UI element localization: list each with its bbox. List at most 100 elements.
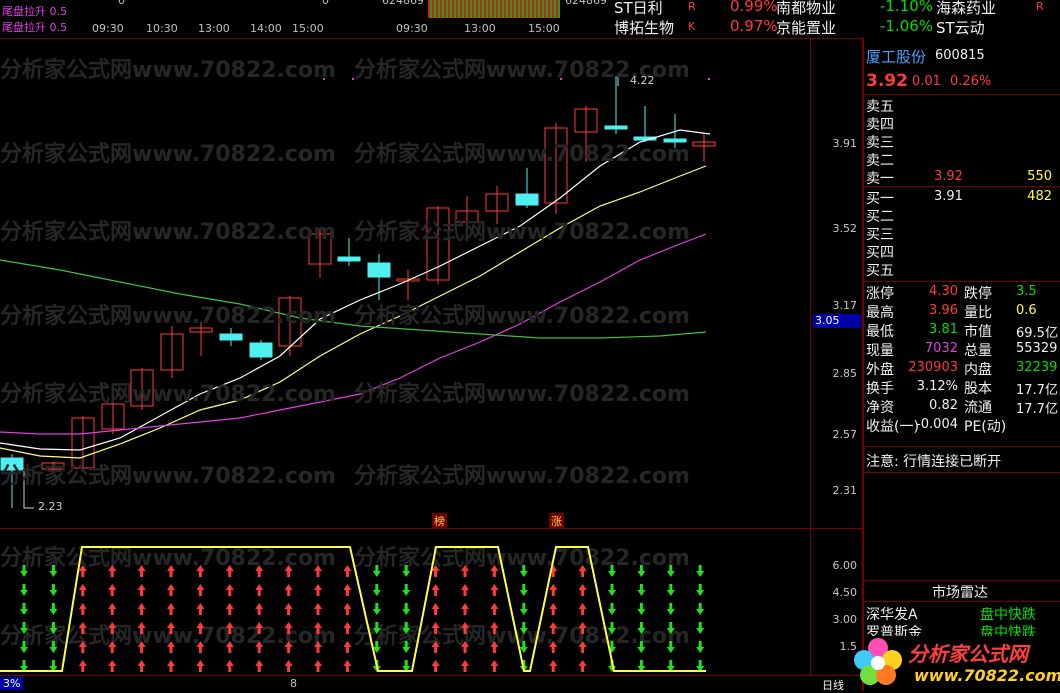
bottom-scroll-marker[interactable]: 8 — [290, 677, 297, 690]
indicator-label-2[interactable]: 尾盘拉升 0.5 — [2, 19, 67, 35]
up-arrow-icon — [549, 603, 558, 615]
down-arrow-icon — [608, 603, 616, 615]
ranking-item[interactable]: ST日利 R 0.99% — [614, 0, 778, 17]
mini-zero-2: 0 — [322, 0, 329, 7]
event-marker[interactable]: 涨 — [549, 513, 564, 529]
up-arrow-icon — [343, 660, 352, 672]
up-arrow-icon — [343, 565, 352, 577]
up-arrow-icon — [490, 622, 499, 634]
down-arrow-icon — [637, 565, 646, 577]
ranking-name: 海森药业 — [936, 0, 997, 17]
order-level-label: 卖五 — [866, 99, 894, 115]
watermark: 分析家公式网www.70822.com — [0, 142, 336, 167]
up-arrow-icon — [578, 565, 587, 577]
up-arrow-icon — [578, 603, 587, 615]
order-level-label: 卖二 — [866, 153, 894, 169]
down-arrow-icon — [519, 641, 528, 653]
event-marker[interactable]: 榜 — [432, 513, 447, 529]
order-book-row[interactable]: 卖三 — [866, 132, 1056, 151]
down-arrow-icon — [666, 603, 675, 615]
up-arrow-icon — [167, 584, 175, 596]
down-arrow-icon — [20, 641, 28, 653]
stat-value: 4.30 — [929, 284, 958, 299]
order-book-row[interactable]: 买二 — [866, 206, 1056, 225]
price-change-pct: 0.26% — [950, 74, 992, 89]
stat-value: 0.6 — [1016, 303, 1037, 318]
ranking-item[interactable]: ST云动 — [936, 17, 1060, 37]
up-arrow-icon — [490, 603, 499, 615]
radar-title[interactable]: 市场雷达 — [932, 582, 988, 602]
indicator-tick: 6.00 — [832, 559, 858, 572]
stat-value: 32239 — [1016, 360, 1058, 375]
down-arrow-icon — [637, 641, 646, 653]
up-arrow-icon — [108, 660, 117, 672]
order-book-row[interactable]: 买四 — [866, 242, 1056, 261]
down-arrow-icon — [20, 603, 28, 615]
up-arrow-icon — [549, 641, 558, 653]
order-book-row[interactable]: 买一 3.91 482 — [866, 188, 1056, 207]
up-arrow-icon — [167, 565, 175, 577]
stat-label: 内盘 — [964, 362, 992, 378]
bottom-tab[interactable]: 3% — [0, 677, 24, 690]
down-arrow-icon — [372, 584, 381, 596]
ranking-pct: -1.06% — [880, 17, 934, 35]
ranking-item[interactable]: 海森药业 R — [936, 0, 1060, 17]
up-arrow-icon — [343, 622, 352, 634]
kline-chart-area[interactable] — [0, 38, 862, 529]
radar-row[interactable]: 深华发A 盘中快跌 — [866, 604, 1056, 623]
indicator-label-1[interactable]: 尾盘拉升 0.5 — [2, 3, 67, 19]
up-arrow-icon — [578, 660, 587, 672]
down-arrow-icon — [519, 565, 528, 577]
up-arrow-icon — [78, 660, 87, 672]
down-arrow-icon — [49, 584, 58, 596]
order-book-row[interactable]: 买三 — [866, 224, 1056, 243]
stock-code: 600815 — [935, 48, 985, 63]
down-arrow-icon — [402, 584, 411, 596]
order-book-row[interactable]: 卖五 — [866, 96, 1056, 115]
price-tick: 3.52 — [832, 222, 858, 235]
up-arrow-icon — [137, 660, 146, 672]
kline-chart[interactable] — [0, 38, 862, 528]
candle-body — [337, 256, 361, 262]
current-price: 3.92 — [866, 71, 908, 91]
stat-label: 量比 — [964, 305, 992, 321]
ranking-item[interactable]: 南都物业 -1.10% — [776, 0, 934, 17]
order-level-label: 买四 — [866, 245, 894, 261]
up-arrow-icon — [461, 603, 469, 615]
watermark: 分析家公式网www.70822.com — [0, 382, 336, 407]
stock-name[interactable]: 厦工股份 — [866, 46, 926, 67]
indicator-chart[interactable] — [0, 529, 862, 675]
down-arrow-icon — [696, 584, 705, 596]
candle-body — [604, 125, 628, 130]
mini-time: 09:30 — [396, 22, 428, 35]
order-price: 3.91 — [934, 189, 963, 204]
watermark: 分析家公式网www.70822.com — [0, 304, 336, 329]
down-arrow-icon — [49, 603, 58, 615]
down-arrow-icon — [519, 584, 528, 596]
order-book-row[interactable]: 买五 — [866, 260, 1056, 279]
up-arrow-icon — [108, 603, 117, 615]
up-arrow-icon — [196, 660, 205, 672]
stat-value: 0.82 — [929, 398, 958, 413]
indicator-chart-area[interactable] — [0, 529, 862, 675]
order-book-row[interactable]: 卖一 3.92 550 — [866, 168, 1056, 187]
order-level-label: 买一 — [866, 191, 894, 207]
ranking-item[interactable]: 京能置业 -1.06% — [776, 17, 934, 37]
stat-value: 3.5 — [1016, 284, 1037, 299]
mini-time: 15:00 — [292, 22, 324, 35]
up-arrow-icon — [490, 660, 499, 672]
stat-value: 3.96 — [929, 303, 958, 318]
up-arrow-icon — [431, 641, 440, 653]
order-book-row[interactable]: 卖四 — [866, 114, 1056, 133]
ranking-pct: 0.97% — [730, 17, 778, 35]
up-arrow-icon — [196, 622, 205, 634]
down-arrow-icon — [20, 622, 28, 634]
order-book-row[interactable]: 卖二 — [866, 150, 1056, 169]
up-arrow-icon — [578, 622, 587, 634]
stat-label: 现量 — [866, 343, 894, 359]
ranking-item[interactable]: 博拓生物 K 0.97% — [614, 17, 778, 37]
divider — [862, 472, 1060, 473]
up-arrow-icon — [78, 603, 87, 615]
stats-row: 换手 3.12% 股本 17.7亿 — [866, 378, 1058, 398]
order-price: 3.92 — [934, 169, 963, 184]
